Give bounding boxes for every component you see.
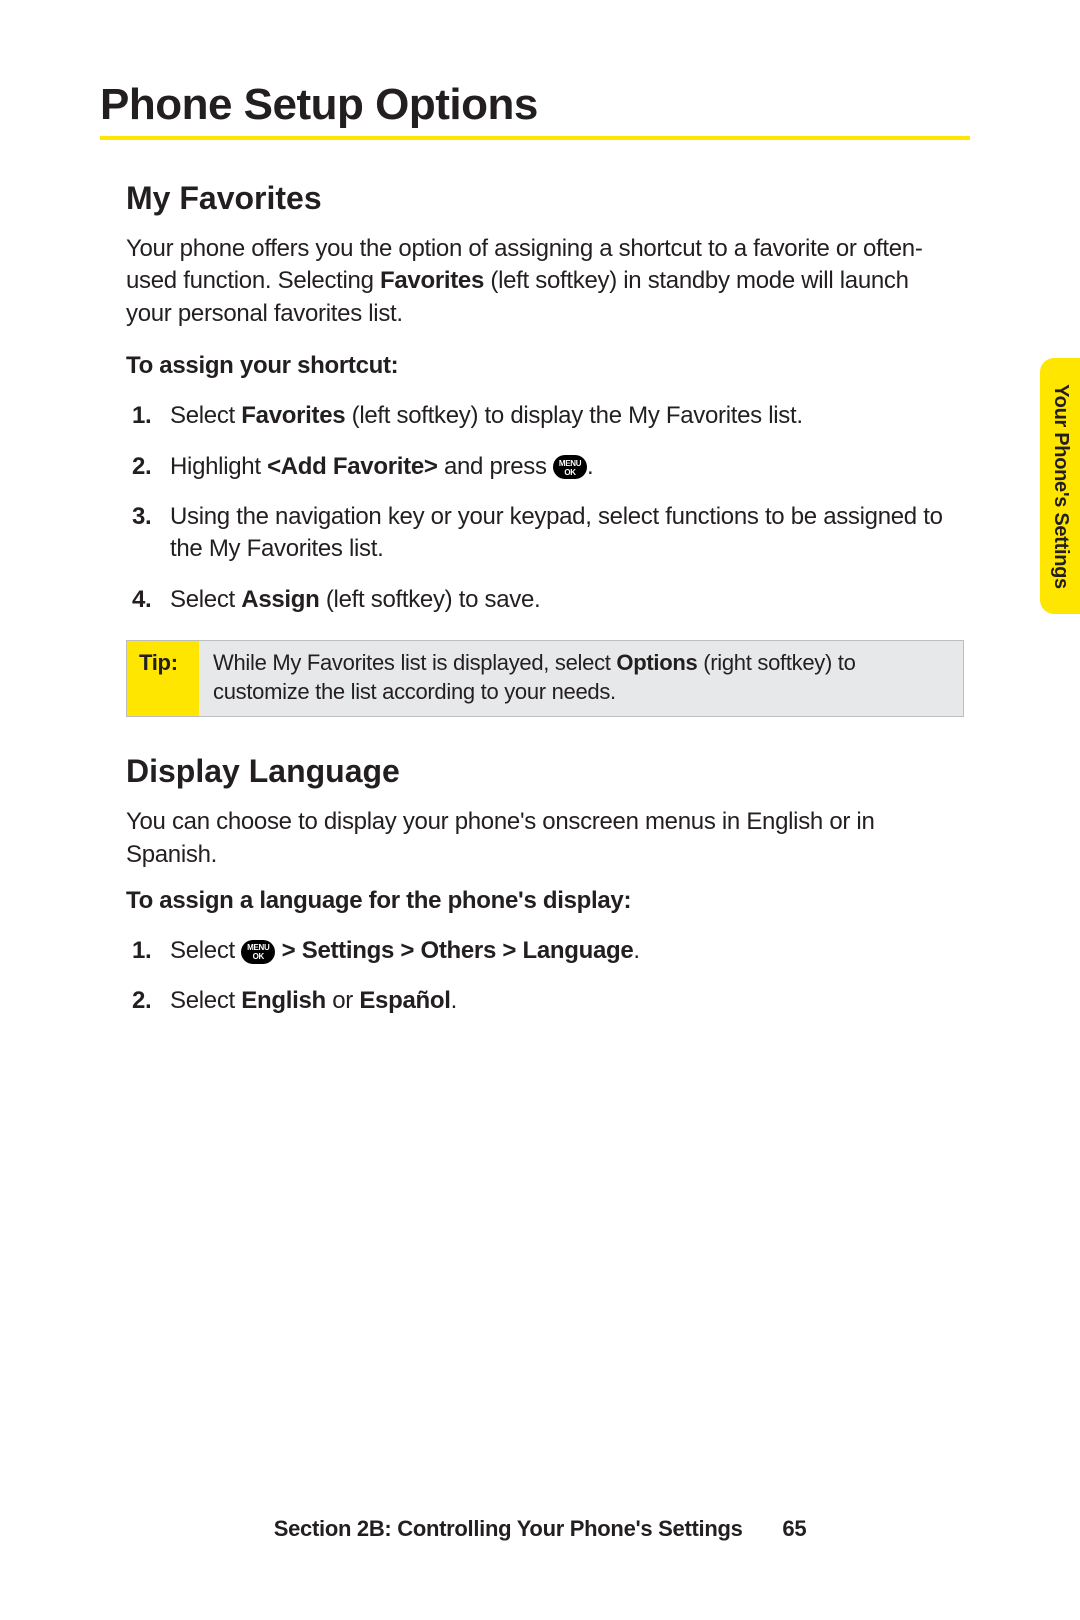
bold-text: <Add Favorite> (267, 453, 438, 480)
text: Select (170, 937, 241, 964)
text: Select (170, 987, 241, 1014)
favorites-prompt: To assign your shortcut: (100, 352, 970, 380)
text: Using the navigation key or your keypad,… (170, 503, 943, 562)
step-number: 4. (132, 584, 151, 616)
footer-text: Section 2B: Controlling Your Phone's Set… (274, 1516, 743, 1541)
tip-label: Tip: (127, 641, 199, 716)
page-footer: Section 2B: Controlling Your Phone's Set… (0, 1516, 1080, 1542)
page-number: 65 (782, 1516, 806, 1542)
favorites-steps: 1. Select Favorites (left softkey) to di… (100, 400, 970, 616)
bold-text: Español (359, 987, 450, 1014)
step-item: 4. Select Assign (left softkey) to save. (126, 584, 944, 616)
menu-ok-icon: MENUOK (553, 455, 587, 479)
menu-ok-icon: MENUOK (241, 940, 275, 964)
text: or (326, 987, 359, 1014)
step-item: 1. Select MENUOK > Settings > Others > L… (126, 935, 944, 967)
bold-text: Favorites (241, 402, 345, 429)
step-number: 2. (132, 985, 151, 1017)
text: Select (170, 402, 241, 429)
title-underline (100, 136, 970, 140)
text: Select (170, 586, 241, 613)
page-title: Phone Setup Options (100, 80, 970, 130)
favorites-intro: Your phone offers you the option of assi… (100, 233, 970, 330)
step-number: 1. (132, 935, 151, 967)
section-heading-language: Display Language (100, 753, 970, 790)
step-item: 2. Highlight <Add Favorite> and press ME… (126, 451, 944, 483)
step-number: 1. (132, 400, 151, 432)
step-number: 2. (132, 451, 151, 483)
step-number: 3. (132, 501, 151, 533)
section-heading-favorites: My Favorites (100, 180, 970, 217)
step-item: 2. Select English or Español. (126, 985, 944, 1017)
text: (left softkey) to display the My Favorit… (345, 402, 802, 429)
text: (left softkey) to save. (320, 586, 541, 613)
document-page: Phone Setup Options My Favorites Your ph… (0, 0, 1080, 1620)
language-intro: You can choose to display your phone's o… (100, 806, 970, 871)
language-prompt: To assign a language for the phone's dis… (100, 887, 970, 915)
language-steps: 1. Select MENUOK > Settings > Others > L… (100, 935, 970, 1018)
step-item: 1. Select Favorites (left softkey) to di… (126, 400, 944, 432)
bold-text: > Settings > Others > Language (275, 937, 633, 964)
side-tab-label: Your Phone's Settings (1049, 384, 1072, 589)
text: Highlight (170, 453, 267, 480)
bold-text: English (241, 987, 326, 1014)
text: and press (438, 453, 553, 480)
tip-box: Tip: While My Favorites list is displaye… (126, 640, 964, 717)
step-item: 3. Using the navigation key or your keyp… (126, 501, 944, 566)
text: While My Favorites list is displayed, se… (213, 650, 616, 675)
tip-text: While My Favorites list is displayed, se… (199, 641, 963, 716)
bold-text: Options (616, 650, 697, 675)
bold-text: Favorites (380, 267, 484, 294)
side-tab: Your Phone's Settings (1040, 358, 1080, 614)
bold-text: Assign (241, 586, 319, 613)
